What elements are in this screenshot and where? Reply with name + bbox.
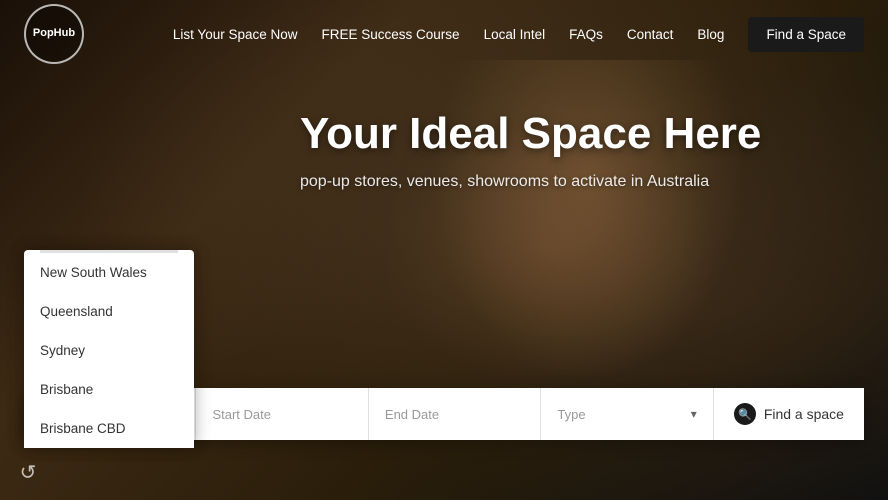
refresh-icon-container[interactable]: ↺: [14, 458, 42, 486]
nav-local-intel[interactable]: Local Intel: [484, 27, 546, 42]
refresh-icon: ↺: [20, 460, 37, 485]
type-arrow-icon: ▾: [691, 407, 697, 421]
location-dropdown: New South Wales Queensland Sydney Brisba…: [24, 250, 194, 448]
type-text: Type: [557, 407, 690, 422]
nav-free-course[interactable]: FREE Success Course: [322, 27, 460, 42]
nav-links: List Your Space Now FREE Success Course …: [173, 17, 864, 52]
nav-list-space[interactable]: List Your Space Now: [173, 27, 298, 42]
dropdown-item-nsw[interactable]: New South Wales: [24, 253, 194, 292]
nav-faqs[interactable]: FAQs: [569, 27, 603, 42]
hero-section: PopHub List Your Space Now FREE Success …: [0, 0, 888, 500]
search-icon: 🔍: [734, 403, 756, 425]
type-field[interactable]: Type ▾: [541, 388, 713, 440]
nav-blog[interactable]: Blog: [697, 27, 724, 42]
find-space-nav-button[interactable]: Find a Space: [748, 17, 864, 52]
dropdown-item-brisbane-cbd[interactable]: Brisbane CBD: [24, 409, 194, 448]
start-date-field[interactable]: Start Date: [196, 388, 368, 440]
start-date-text: Start Date: [212, 407, 271, 422]
dropdown-item-qld[interactable]: Queensland: [24, 292, 194, 331]
hero-subtitle: pop-up stores, venues, showrooms to acti…: [300, 173, 888, 191]
logo[interactable]: PopHub: [24, 4, 84, 64]
nav-contact[interactable]: Contact: [627, 27, 674, 42]
search-button-label: Find a space: [764, 406, 844, 422]
hero-content: Your Ideal Space Here pop-up stores, ven…: [0, 68, 888, 191]
end-date-text: End Date: [385, 407, 439, 422]
navbar: PopHub List Your Space Now FREE Success …: [0, 0, 888, 68]
hero-title: Your Ideal Space Here: [300, 108, 888, 161]
find-space-search-button[interactable]: 🔍 Find a space: [714, 388, 864, 440]
end-date-field[interactable]: End Date: [369, 388, 541, 440]
logo-text: PopHub: [33, 27, 75, 40]
dropdown-item-brisbane[interactable]: Brisbane: [24, 370, 194, 409]
dropdown-item-sydney[interactable]: Sydney: [24, 331, 194, 370]
